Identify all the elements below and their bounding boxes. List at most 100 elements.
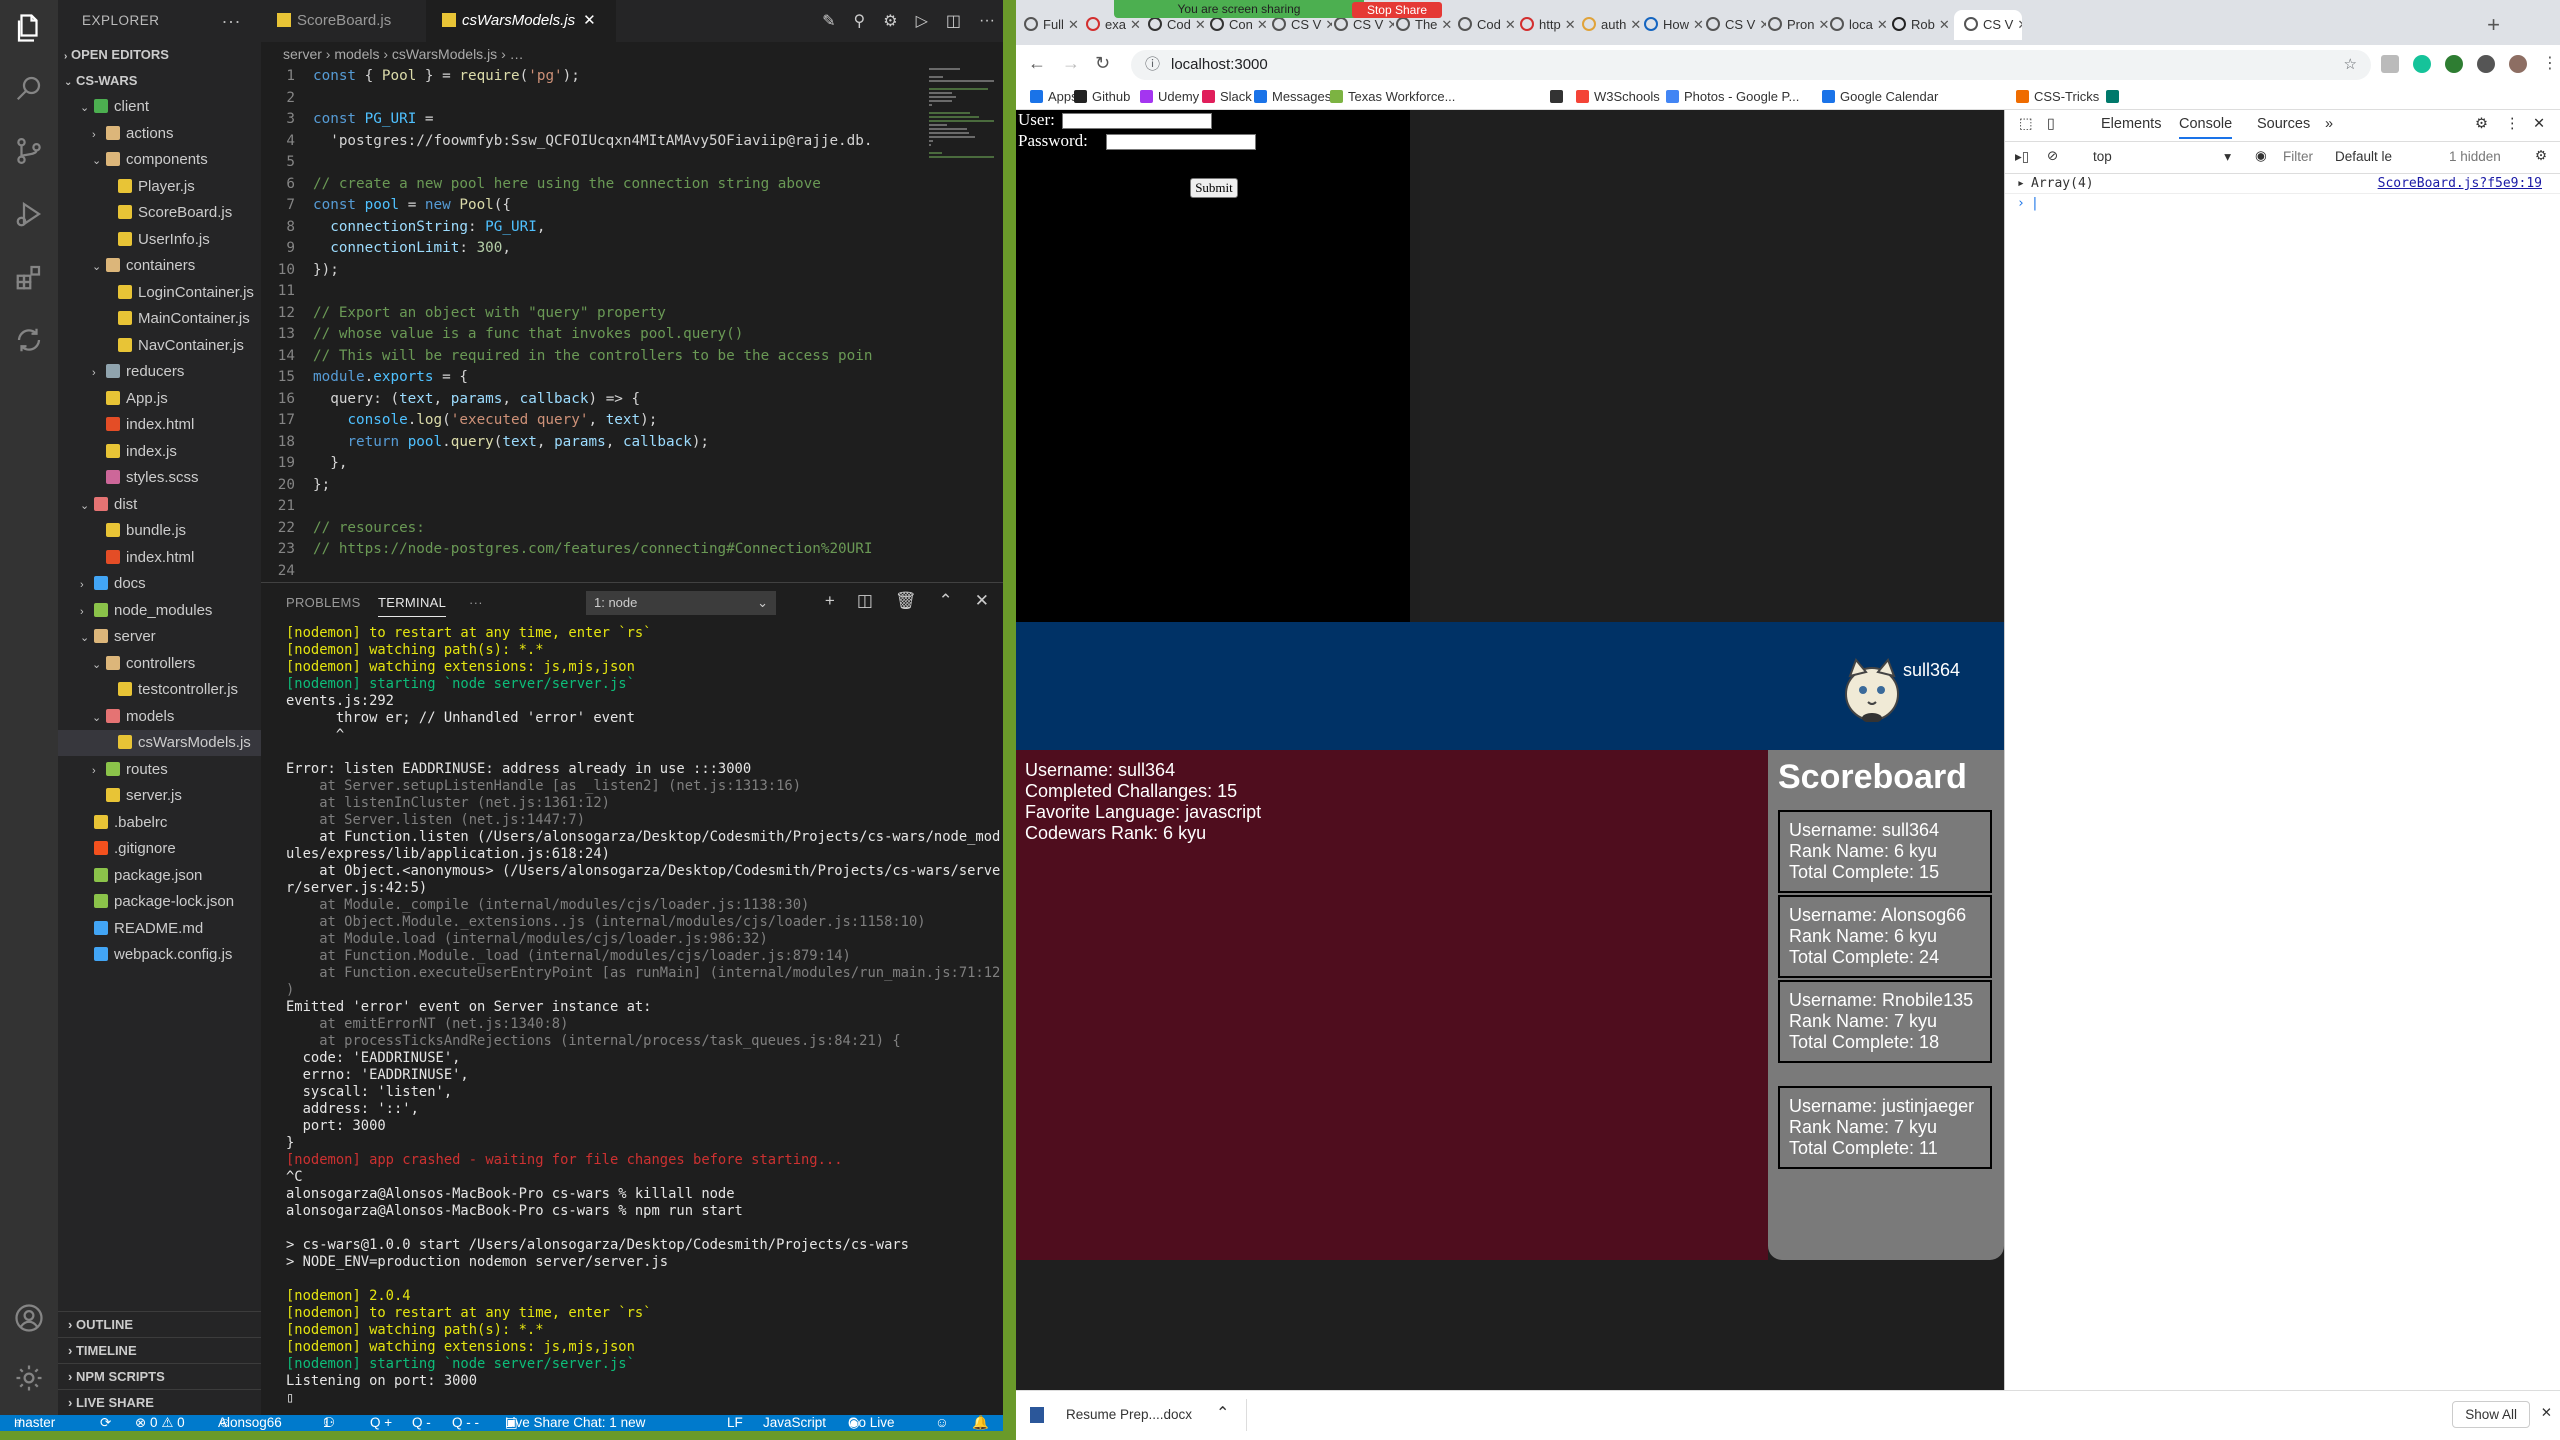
more-icon[interactable]: ··· bbox=[979, 12, 995, 30]
tree-item[interactable]: .babelrc bbox=[58, 810, 261, 836]
back-icon[interactable]: ← bbox=[1028, 53, 1046, 74]
stop-share-button[interactable]: Stop Share bbox=[1352, 2, 1442, 18]
close-downloads-icon[interactable]: ✕ bbox=[2541, 1405, 2552, 1421]
tree-item[interactable]: package-lock.json bbox=[58, 889, 261, 915]
bookmark-item[interactable]: Google Calendar bbox=[1822, 89, 1938, 104]
password-input[interactable] bbox=[1106, 134, 1256, 150]
close-tab-icon[interactable]: ✕ bbox=[1630, 17, 1641, 32]
console-output[interactable]: ▸ Array(4) ScoreBoard.js?f5e9:19 › | bbox=[2005, 174, 2560, 214]
code-line[interactable]: 23 // https://node-postgres.com/features/… bbox=[261, 539, 1003, 561]
close-tab-icon[interactable]: ✕ bbox=[2017, 17, 2022, 32]
run-debug-icon[interactable] bbox=[11, 196, 47, 232]
tree-item[interactable]: NavContainer.js bbox=[58, 333, 261, 359]
bookmark-item[interactable]: Slack bbox=[1202, 89, 1252, 104]
tree-item[interactable]: › actions bbox=[58, 121, 261, 147]
bookmark-square-icon[interactable] bbox=[1550, 89, 1568, 104]
devtools-settings-icon[interactable]: ⚙ bbox=[2475, 116, 2488, 132]
devtools-menu-icon[interactable]: ⋮ bbox=[2505, 116, 2520, 132]
tree-item[interactable]: testcontroller.js bbox=[58, 677, 261, 703]
code-line[interactable]: 11 bbox=[261, 281, 1003, 303]
close-tab-icon[interactable]: ✕ bbox=[1387, 17, 1394, 32]
extension-icon[interactable] bbox=[2381, 55, 2399, 73]
bookmark-item[interactable]: Texas Workforce... bbox=[1330, 89, 1455, 104]
profile-avatar[interactable] bbox=[2509, 55, 2527, 73]
console-prompt[interactable]: › | bbox=[2005, 194, 2560, 214]
browser-tab[interactable]: How ✕ bbox=[1644, 10, 1704, 40]
close-tab-icon[interactable]: ✕ bbox=[1068, 17, 1079, 32]
tree-item[interactable]: package.json bbox=[58, 863, 261, 889]
bookmark-item[interactable]: CSS-Tricks bbox=[2016, 89, 2099, 104]
browser-tab[interactable]: http ✕ bbox=[1520, 10, 1580, 40]
log-value[interactable]: Array(4) bbox=[2031, 176, 2094, 191]
tree-item[interactable]: server.js bbox=[58, 783, 261, 809]
tree-item[interactable]: bundle.js bbox=[58, 518, 261, 544]
code-line[interactable]: 20}; bbox=[261, 475, 1003, 497]
run-icon[interactable]: ▷ bbox=[916, 11, 928, 31]
tree-item[interactable]: index.html bbox=[58, 412, 261, 438]
bookmark-item[interactable]: Photos - Google P... bbox=[1666, 89, 1799, 104]
extensions-icon[interactable] bbox=[11, 259, 47, 295]
close-tab-icon[interactable]: ✕ bbox=[1257, 17, 1268, 32]
tree-item[interactable]: index.html bbox=[58, 545, 261, 571]
address-bar[interactable]: ⓘ localhost:3000 ☆ bbox=[1131, 50, 2371, 80]
puzzle-icon[interactable] bbox=[2477, 55, 2495, 73]
grammarly-icon[interactable] bbox=[2413, 55, 2431, 73]
language-mode[interactable]: JavaScript bbox=[763, 1415, 826, 1431]
feedback-icon[interactable]: ☺ bbox=[935, 1415, 949, 1431]
close-tab-icon[interactable]: ✕ bbox=[1195, 17, 1206, 32]
tree-item[interactable]: App.js bbox=[58, 386, 261, 412]
new-terminal-icon[interactable]: + bbox=[825, 591, 835, 611]
tree-item[interactable]: ⌄ server bbox=[58, 624, 261, 650]
tree-item[interactable]: ⌄ client bbox=[58, 94, 261, 120]
new-tab-button[interactable]: + bbox=[2487, 12, 2500, 38]
code-line[interactable]: 15 module.exports = { bbox=[261, 367, 1003, 389]
code-line[interactable]: 3 const PG_URI = bbox=[261, 109, 1003, 131]
live-share-icon[interactable] bbox=[11, 322, 47, 358]
source-control-icon[interactable] bbox=[11, 133, 47, 169]
code-line[interactable]: 17 console.log('executed query', text); bbox=[261, 410, 1003, 432]
pin-icon[interactable]: ⚲ bbox=[854, 11, 866, 31]
bookmark-item[interactable]: Messages bbox=[1254, 89, 1331, 104]
maximize-panel-icon[interactable]: ⌃ bbox=[939, 591, 953, 611]
code-line[interactable]: 22 // resources: bbox=[261, 518, 1003, 540]
tree-item[interactable]: csWarsModels.js bbox=[58, 730, 261, 756]
split-editor-icon[interactable]: ◫ bbox=[946, 11, 961, 31]
clear-console-icon[interactable]: ⊘ bbox=[2047, 148, 2058, 164]
terminal-output[interactable]: [nodemon] to restart at any time, enter … bbox=[261, 625, 1003, 1407]
panel-more-button[interactable]: ··· bbox=[469, 595, 483, 610]
console-log-row[interactable]: ▸ Array(4) ScoreBoard.js?f5e9:19 bbox=[2005, 174, 2560, 194]
devtools-close-icon[interactable]: ✕ bbox=[2533, 116, 2545, 132]
code-line[interactable]: 4 'postgres://foowmfyb:Ssw_QCFOIUcqxn4MI… bbox=[261, 131, 1003, 153]
more-actions-icon[interactable]: ··· bbox=[222, 0, 241, 42]
code-line[interactable]: 13 // whose value is a func that invokes … bbox=[261, 324, 1003, 346]
tree-item[interactable]: ⌄ models bbox=[58, 704, 261, 730]
inspect-element-icon[interactable]: ⬚ bbox=[2019, 116, 2033, 132]
tree-item[interactable]: .gitignore bbox=[58, 836, 261, 862]
close-tab-icon[interactable]: ✕ bbox=[1818, 17, 1828, 32]
expand-triangle-icon[interactable]: ▸ bbox=[2017, 174, 2025, 194]
eye-icon[interactable]: ◉ bbox=[2255, 148, 2267, 164]
browser-tab[interactable]: Pron ✕ bbox=[1768, 10, 1828, 40]
settings-sync-icon[interactable]: ⚙ bbox=[883, 11, 897, 31]
close-tab-icon[interactable]: ✕ bbox=[1505, 17, 1516, 32]
tree-item[interactable]: README.md bbox=[58, 916, 261, 942]
timeline-section[interactable]: › TIMELINE bbox=[58, 1337, 261, 1363]
split-terminal-icon[interactable]: ◫ bbox=[857, 591, 873, 611]
close-tab-icon[interactable]: ✕ bbox=[1693, 17, 1704, 32]
browser-tab[interactable]: loca ✕ bbox=[1830, 10, 1890, 40]
log-source-link[interactable]: ScoreBoard.js?f5e9:19 bbox=[2378, 174, 2542, 194]
quokka-stop[interactable]: Q - bbox=[412, 1415, 431, 1431]
account-icon[interactable] bbox=[11, 1300, 47, 1336]
tree-item[interactable]: ⌄ components bbox=[58, 147, 261, 173]
code-editor[interactable]: 1 const { Pool } = require('pg'); 2 3 const … bbox=[261, 66, 1003, 582]
breadcrumb[interactable]: server › models › csWarsModels.js › … bbox=[261, 42, 1003, 66]
bookmark-item[interactable]: Apps bbox=[1030, 89, 1078, 104]
close-tab-icon[interactable]: ✕ bbox=[1759, 17, 1766, 32]
close-tab-icon[interactable]: ✕ bbox=[1939, 17, 1950, 32]
close-panel-icon[interactable]: ✕ bbox=[975, 591, 989, 611]
menu-icon[interactable]: ⋮ bbox=[2541, 55, 2559, 73]
minimap[interactable] bbox=[923, 66, 1003, 582]
quokka-stop-all[interactable]: Q - - bbox=[452, 1415, 479, 1431]
explorer-icon[interactable] bbox=[11, 10, 47, 46]
tree-item[interactable]: webpack.config.js bbox=[58, 942, 261, 968]
